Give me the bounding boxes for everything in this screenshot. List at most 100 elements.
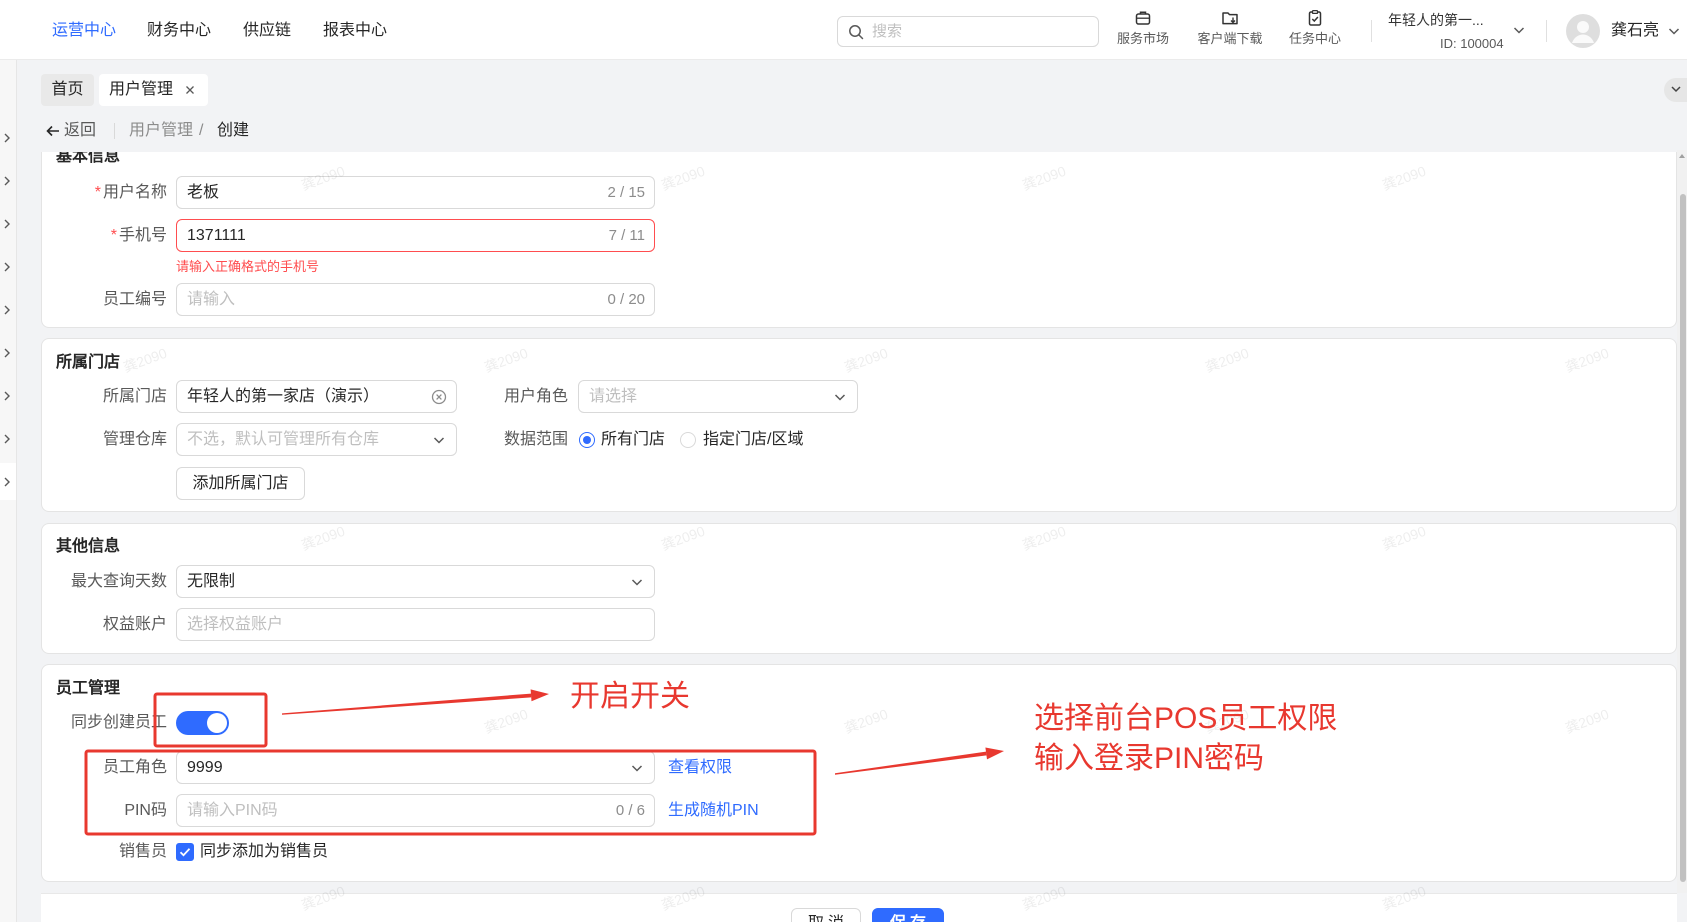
breadcrumb-current: 创建 <box>217 122 250 139</box>
close-icon[interactable] <box>184 84 196 96</box>
search-input[interactable]: 搜索 <box>837 16 1099 47</box>
avatar-icon[interactable] <box>1566 14 1600 48</box>
phone-label-text: 手机号 <box>118 227 167 244</box>
view-permissions-link[interactable]: 查看权限 <box>668 751 732 784</box>
scope-radio-specific[interactable] <box>680 432 696 448</box>
store-switcher-name[interactable]: 年轻人的第一... <box>1388 10 1484 30</box>
store-label: 所属门店 <box>102 388 167 405</box>
pin-counter: 0 / 6 <box>615 802 645 819</box>
phone-counter: 7 / 11 <box>608 227 645 244</box>
scrollbar[interactable] <box>1677 150 1687 893</box>
user-role-label: 用户角色 <box>503 388 568 405</box>
employee-card: 员工管理 同步创建员工 员工角色 9999 查看权限 PIN码 请输入PIN码 … <box>41 664 1677 882</box>
required-mark: * <box>110 227 117 244</box>
folder-download-icon <box>1221 9 1239 27</box>
username-counter: 2 / 15 <box>607 184 645 201</box>
user-name[interactable]: 龚石亮 <box>1611 21 1659 41</box>
chevron-right-icon[interactable] <box>3 133 11 143</box>
tabs-collapse-button[interactable] <box>1664 78 1687 102</box>
pin-placeholder: 请输入PIN码 <box>187 802 278 819</box>
employee-no-label: 员工编号 <box>102 291 167 308</box>
task-center-button[interactable]: 任务中心 <box>1273 9 1357 47</box>
warehouse-select[interactable]: 不选，默认可管理所有仓库 <box>176 423 457 456</box>
client-download-button[interactable]: 客户端下载 <box>1188 9 1272 47</box>
service-market-button[interactable]: 服务市场 <box>1101 9 1185 47</box>
section-title-basic: 基本信息 <box>56 152 121 165</box>
search-icon <box>848 24 864 40</box>
rights-account-placeholder: 选择权益账户 <box>187 616 284 633</box>
scope-radio-specific-label[interactable]: 指定门店/区域 <box>703 423 803 456</box>
rights-account-label: 权益账户 <box>102 616 167 633</box>
breadcrumb-parent[interactable]: 用户管理 <box>129 120 193 142</box>
form-scroll-area: 基本信息 * 用户名称 老板 2 / 15 * 手机号 1371111 7 / 11… <box>0 152 1677 893</box>
clear-icon[interactable] <box>431 389 447 405</box>
user-role-placeholder: 请选择 <box>589 388 638 405</box>
add-store-button[interactable]: 添加所属门店 <box>176 467 305 500</box>
scrollbar-thumb[interactable] <box>1680 194 1686 882</box>
back-link[interactable]: 返回 <box>64 120 96 142</box>
chevron-down-icon <box>630 761 644 775</box>
menu-item-operations[interactable]: 运营中心 <box>52 20 116 42</box>
nav-divider <box>1546 20 1547 42</box>
phone-input[interactable]: 1371111 7 / 11 <box>176 219 655 252</box>
tab-user-management[interactable]: 用户管理 <box>99 74 208 106</box>
scope-radio-all-stores[interactable] <box>579 432 595 448</box>
chevron-down-icon[interactable] <box>1667 24 1681 38</box>
required-mark: * <box>94 184 101 201</box>
warehouse-placeholder: 不选，默认可管理所有仓库 <box>187 431 380 448</box>
employee-no-counter: 0 / 20 <box>607 291 645 308</box>
employee-no-input[interactable]: 请输入 0 / 20 <box>176 283 655 316</box>
clipboard-check-icon <box>1306 9 1324 27</box>
menu-item-reports[interactable]: 报表中心 <box>323 20 387 42</box>
generate-pin-link[interactable]: 生成随机PIN <box>668 794 759 827</box>
salesperson-checkbox-label[interactable]: 同步添加为销售员 <box>200 840 328 864</box>
data-scope-label: 数据范围 <box>503 431 568 448</box>
phone-label: * 手机号 <box>42 219 167 252</box>
top-nav-bar: 运营中心 财务中心 供应链 报表中心 搜索 服务市场 客户端下载 任务中心 年轻… <box>0 0 1687 60</box>
warehouse-label: 管理仓库 <box>102 431 167 448</box>
store-select[interactable]: 年轻人的第一家店（演示） <box>176 380 457 413</box>
breadcrumb-divider <box>114 123 115 139</box>
username-input[interactable]: 老板 2 / 15 <box>176 176 655 209</box>
salesperson-checkbox[interactable] <box>176 843 194 861</box>
save-button[interactable]: 保存 <box>872 908 944 922</box>
phone-error-message: 请输入正确格式的手机号 <box>176 259 320 274</box>
arrow-left-icon[interactable] <box>45 123 61 139</box>
sync-create-toggle[interactable] <box>176 711 229 735</box>
username-label-text: 用户名称 <box>102 184 167 201</box>
section-title-other: 其他信息 <box>56 538 121 555</box>
chevron-down-icon <box>432 433 446 447</box>
section-title-store: 所属门店 <box>56 354 121 371</box>
toggle-knob <box>207 713 227 733</box>
sync-create-label: 同步创建员工 <box>70 714 167 731</box>
username-value: 老板 <box>187 184 220 201</box>
nav-divider <box>1371 20 1372 42</box>
menu-item-finance[interactable]: 财务中心 <box>147 20 211 42</box>
scroll-up-arrow-icon[interactable] <box>1679 154 1685 158</box>
briefcase-icon <box>1134 9 1152 27</box>
basic-info-card: 基本信息 * 用户名称 老板 2 / 15 * 手机号 1371111 7 / 11… <box>41 152 1677 328</box>
pin-input[interactable]: 请输入PIN码 0 / 6 <box>176 794 655 827</box>
cancel-button[interactable]: 取消 <box>791 908 861 922</box>
store-value: 年轻人的第一家店（演示） <box>187 388 380 405</box>
phone-value: 1371111 <box>187 227 246 244</box>
other-info-card: 其他信息 最大查询天数 无限制 权益账户 选择权益账户 <box>41 523 1677 654</box>
section-title-employee: 员工管理 <box>56 680 121 697</box>
chevron-down-icon <box>833 390 847 404</box>
username-label: * 用户名称 <box>42 176 167 209</box>
tab-home[interactable]: 首页 <box>41 74 94 106</box>
max-days-select[interactable]: 无限制 <box>176 565 655 598</box>
menu-item-supply-chain[interactable]: 供应链 <box>243 20 291 42</box>
user-role-select[interactable]: 请选择 <box>578 380 858 413</box>
pin-label: PIN码 <box>124 802 167 819</box>
search-placeholder: 搜索 <box>872 23 903 40</box>
chevron-down-icon <box>630 575 644 589</box>
form-footer: 取消 保存 <box>41 893 1677 922</box>
employee-role-value: 9999 <box>187 759 223 776</box>
client-download-label: 客户端下载 <box>1197 31 1263 46</box>
chevron-down-icon[interactable] <box>1512 23 1526 37</box>
tab-label: 用户管理 <box>109 81 174 98</box>
scope-radio-all-stores-label[interactable]: 所有门店 <box>601 423 665 456</box>
rights-account-select[interactable]: 选择权益账户 <box>176 608 655 641</box>
employee-role-select[interactable]: 9999 <box>176 751 655 784</box>
